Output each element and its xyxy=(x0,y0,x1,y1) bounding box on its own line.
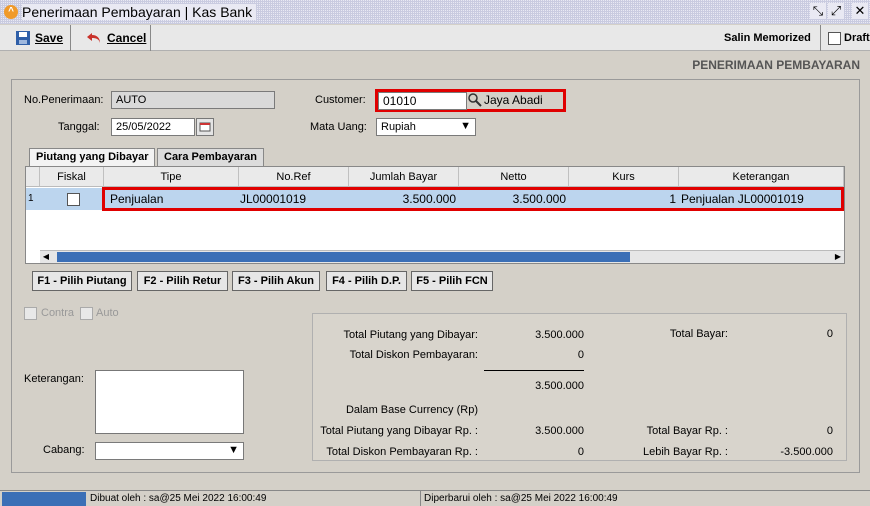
total-bayar-value: 0 xyxy=(826,328,833,340)
horizontal-scrollbar[interactable]: ◀ ▶ xyxy=(40,250,844,263)
auto-label: Auto xyxy=(96,307,119,319)
mata-uang-label: Mata Uang: xyxy=(310,121,367,133)
created-by: Dibuat oleh : sa@25 Mei 2022 16:00:49 xyxy=(90,493,267,504)
cell-jumlah-bayar: 3.500.000 xyxy=(402,192,456,206)
pilih-dp-button[interactable]: F4 - Pilih D.P. xyxy=(326,271,407,291)
scrollbar-thumb[interactable] xyxy=(57,252,630,262)
scroll-right-icon[interactable]: ▶ xyxy=(832,251,844,263)
cancel-button[interactable]: Cancel xyxy=(86,29,146,47)
salin-memorized-label: Salin Memorized xyxy=(724,32,811,44)
chevron-down-icon: ▼ xyxy=(228,444,239,456)
save-button[interactable]: Save xyxy=(16,29,63,47)
draft-checkbox[interactable] xyxy=(828,32,841,45)
cancel-label: Cancel xyxy=(107,31,147,45)
tab-piutang-dibayar[interactable]: Piutang yang Dibayar xyxy=(29,148,156,166)
tanggal-field[interactable]: 25/05/2022 xyxy=(111,118,195,136)
keterangan-textarea[interactable] xyxy=(95,370,244,434)
total-diskon-label: Total Diskon Pembayaran: xyxy=(349,349,478,361)
total-bayar-label: Total Bayar: xyxy=(669,328,728,340)
total-piutang-rp-label: Total Piutang yang Dibayar Rp. : xyxy=(320,425,478,437)
row-number-header xyxy=(26,167,40,187)
cabang-label: Cabang: xyxy=(43,444,85,456)
subtotal-value: 3.500.000 xyxy=(535,380,584,392)
row-number: 1 xyxy=(28,193,34,204)
close-icon[interactable]: ✕ xyxy=(852,3,868,19)
column-header-tipe[interactable]: Tipe xyxy=(104,167,239,187)
status-divider xyxy=(420,491,421,506)
cell-netto: 3.500.000 xyxy=(512,192,566,206)
maximize-icon[interactable]: ⤢ xyxy=(828,3,844,19)
pilih-piutang-button[interactable]: F1 - Pilih Piutang xyxy=(32,271,132,291)
restore-icon[interactable]: ⤡ xyxy=(810,3,826,19)
app-icon: ^ xyxy=(4,5,18,19)
total-bayar-rp-value: 0 xyxy=(826,425,833,437)
contra-checkbox[interactable] xyxy=(24,307,37,320)
window-title: Penerimaan Pembayaran | Kas Bank xyxy=(22,4,257,20)
column-header-netto[interactable]: Netto xyxy=(459,167,569,187)
toolbar-divider xyxy=(820,25,821,51)
updated-by: Diperbarui oleh : sa@25 Mei 2022 16:00:4… xyxy=(424,493,618,504)
toolbar-divider xyxy=(150,25,151,51)
pilih-akun-button[interactable]: F3 - Pilih Akun xyxy=(232,271,320,291)
fiskal-checkbox[interactable] xyxy=(67,193,80,206)
total-diskon-value: 0 xyxy=(577,349,584,361)
page-title: PENERIMAAN PEMBAYARAN xyxy=(692,58,860,72)
customer-name: Jaya Abadi xyxy=(484,93,543,107)
floppy-icon xyxy=(16,31,30,45)
contra-label: Contra xyxy=(41,307,75,319)
column-header-keterangan[interactable]: Keterangan xyxy=(679,167,844,187)
auto-checkbox[interactable] xyxy=(80,307,93,320)
total-bayar-rp-label: Total Bayar Rp. : xyxy=(646,425,728,437)
total-diskon-rp-label: Total Diskon Pembayaran Rp. : xyxy=(326,446,478,458)
customer-code-input[interactable]: 01010 xyxy=(378,92,467,110)
draft-label: Draft xyxy=(844,32,870,44)
calendar-icon[interactable] xyxy=(196,118,214,136)
column-header-fiskal[interactable]: Fiskal xyxy=(40,167,104,187)
toolbar-divider xyxy=(70,25,71,51)
cell-noref: JL00001019 xyxy=(240,192,307,206)
search-icon[interactable] xyxy=(468,93,482,107)
total-piutang-value: 3.500.000 xyxy=(535,329,584,341)
no-penerimaan-field[interactable]: AUTO xyxy=(111,91,275,109)
scroll-left-icon[interactable]: ◀ xyxy=(40,251,52,263)
total-piutang-label: Total Piutang yang Dibayar: xyxy=(343,329,478,341)
lebih-bayar-label: Lebih Bayar Rp. : xyxy=(643,446,728,458)
no-penerimaan-label: No.Penerimaan: xyxy=(24,94,104,106)
column-header-kurs[interactable]: Kurs xyxy=(569,167,679,187)
salin-memorized-button[interactable]: Salin Memorized xyxy=(724,29,811,47)
keterangan-label: Keterangan: xyxy=(24,373,84,385)
tanggal-label: Tanggal: xyxy=(58,121,100,133)
cell-tipe: Penjualan xyxy=(110,192,164,206)
tab-cara-pembayaran[interactable]: Cara Pembayaran xyxy=(157,148,264,166)
pilih-fcn-button[interactable]: F5 - Pilih FCN xyxy=(411,271,493,291)
cabang-select[interactable]: ▼ xyxy=(95,442,244,460)
cell-keterangan: Penjualan JL00001019 xyxy=(681,192,804,206)
chevron-down-icon: ▼ xyxy=(460,120,471,132)
mata-uang-select[interactable]: Rupiah ▼ xyxy=(376,118,476,136)
column-header-noref[interactable]: No.Ref xyxy=(239,167,349,187)
base-currency-label: Dalam Base Currency (Rp) xyxy=(345,404,478,416)
mata-uang-value: Rupiah xyxy=(381,121,416,133)
pilih-retur-button[interactable]: F2 - Pilih Retur xyxy=(137,271,228,291)
undo-arrow-icon xyxy=(87,33,100,43)
total-diskon-rp-value: 0 xyxy=(577,446,584,458)
lebih-bayar-value: -3.500.000 xyxy=(780,446,833,458)
subtotal-divider xyxy=(484,370,584,371)
total-piutang-rp-value: 3.500.000 xyxy=(535,425,584,437)
progress-indicator xyxy=(2,492,86,506)
column-header-jumlah-bayar[interactable]: Jumlah Bayar xyxy=(349,167,459,187)
save-label: Save xyxy=(35,31,64,45)
cell-kurs: 1 xyxy=(669,192,676,206)
customer-label: Customer: xyxy=(315,94,366,106)
piutang-grid: Fiskal Tipe No.Ref Jumlah Bayar Netto Ku… xyxy=(25,166,845,264)
